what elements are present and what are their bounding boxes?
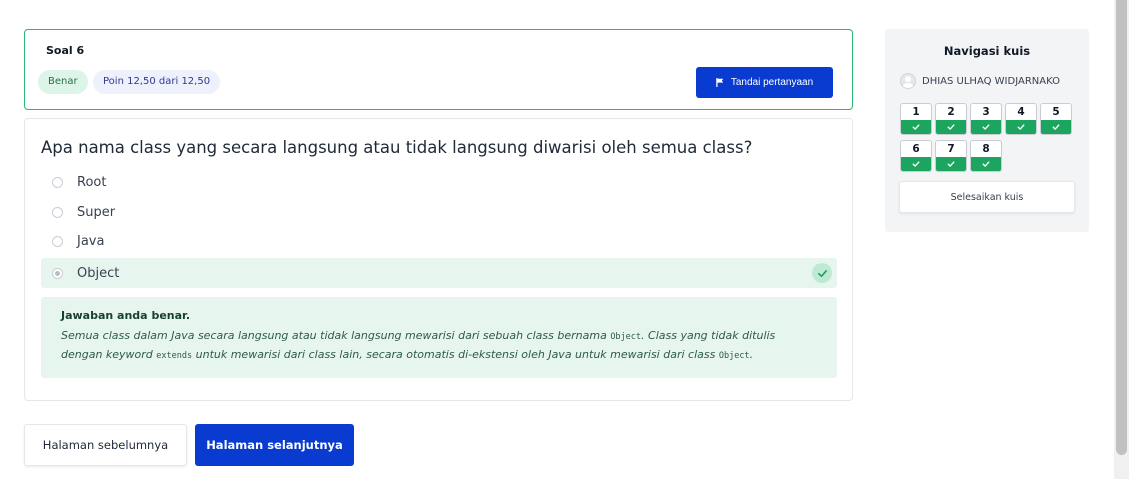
scrollbar-thumb[interactable] [1116,0,1127,455]
question-info-card: Soal 6 Benar Poin 12,50 dari 12,50 Tanda… [24,29,853,110]
avatar-icon [900,73,916,89]
check-icon [1006,120,1036,134]
quiz-nav-question-1[interactable]: 1 [900,103,932,135]
check-icon [1041,120,1071,134]
question-nav-number: 1 [912,106,920,118]
feedback-text-part: Semua class dalam Java secara langsung a… [61,329,611,342]
question-number: Soal 6 [46,44,85,57]
feedback-text-part: . [749,348,754,361]
question-card: Apa nama class yang secara langsung atau… [24,118,853,401]
feedback-code: Object [718,351,750,361]
flag-icon [716,78,724,87]
quiz-nav-question-6[interactable]: 6 [900,140,932,172]
answer-feedback: Jawaban anda benar. Semua class dalam Ja… [41,297,837,378]
answer-option-label: Super [77,204,116,220]
question-nav-number: 2 [947,106,955,118]
next-page-button[interactable]: Halaman selanjutnya [195,424,354,466]
feedback-title: Jawaban anda benar. [61,309,191,322]
quiz-navigation-panel: Navigasi kuis DHIAS ULHAQ WIDJARNAKO 1 2… [885,29,1089,232]
flag-question-label: Tandai pertanyaan [730,77,814,88]
question-text: Apa nama class yang secara langsung atau… [41,138,753,157]
previous-page-button[interactable]: Halaman sebelumnya [24,424,187,466]
answer-option-label: Java [77,233,105,249]
question-nav-number: 4 [1017,106,1025,118]
check-icon [971,157,1001,171]
answer-option-label: Object [77,265,120,281]
radio-button[interactable] [52,235,63,247]
feedback-code: extends [156,351,193,361]
points-badge: Poin 12,50 dari 12,50 [93,70,221,94]
user-name: DHIAS ULHAQ WIDJARNAKO [922,75,1060,87]
question-nav-number: 3 [982,106,990,118]
correct-check-icon [812,263,832,283]
status-badge: Benar [38,70,88,94]
quiz-nav-question-5[interactable]: 5 [1040,103,1072,135]
quiz-page: Soal 6 Benar Poin 12,50 dari 12,50 Tanda… [0,0,1129,479]
question-nav-number: 6 [912,143,920,155]
quiz-nav-question-3[interactable]: 3 [970,103,1002,135]
answer-option-label: Root [77,174,107,190]
question-nav-number: 8 [982,143,990,155]
feedback-text-part: untuk mewarisi dari class lain, secara o… [192,348,719,361]
check-icon [936,157,966,171]
feedback-code: Object [610,332,642,342]
quiz-nav-question-7[interactable]: 7 [935,140,967,172]
finish-quiz-button[interactable]: Selesaikan kuis [899,181,1075,213]
quiz-nav-question-4[interactable]: 4 [1005,103,1037,135]
radio-button[interactable] [52,176,63,188]
quiz-navigation-title: Navigasi kuis [943,44,1031,58]
check-icon [936,120,966,134]
feedback-text: Semua class dalam Java secara langsung a… [61,327,817,365]
quiz-nav-question-2[interactable]: 2 [935,103,967,135]
answer-option-super[interactable]: Super [41,197,837,227]
check-icon [971,120,1001,134]
check-icon [901,120,931,134]
radio-button-selected[interactable] [52,267,63,279]
radio-button[interactable] [52,206,63,218]
user-info: DHIAS ULHAQ WIDJARNAKO [900,73,1060,89]
answer-option-java[interactable]: Java [41,226,837,256]
quiz-nav-question-8[interactable]: 8 [970,140,1002,172]
answer-option-object[interactable]: Object [41,258,837,288]
question-nav-number: 7 [947,143,955,155]
flag-question-button[interactable]: Tandai pertanyaan [696,67,833,98]
answer-option-root[interactable]: Root [41,167,837,197]
check-icon [901,157,931,171]
question-nav-number: 5 [1052,106,1060,118]
